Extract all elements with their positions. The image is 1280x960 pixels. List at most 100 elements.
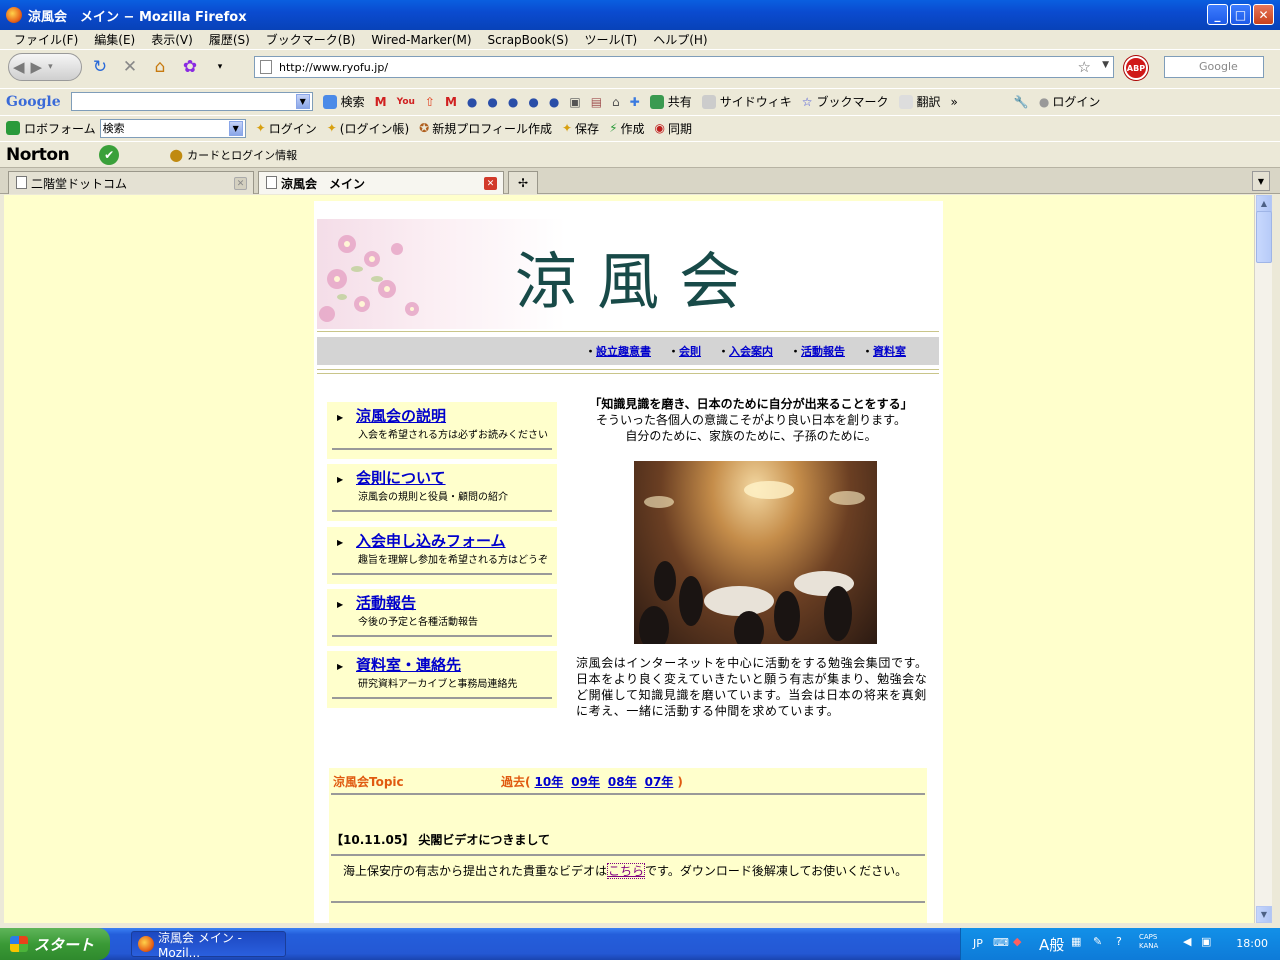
language-indicator[interactable]: JP	[973, 937, 983, 950]
menu-item-activity-reports[interactable]: ▶ 活動報告 今後の予定と各種活動報告	[327, 589, 557, 646]
search-input[interactable]: Google	[1164, 56, 1264, 78]
url-dropdown-icon[interactable]: ▼	[1102, 60, 1109, 70]
vertical-scrollbar[interactable]: ▲ ▼	[1254, 195, 1272, 923]
triangle-right-icon: ▶	[337, 475, 344, 484]
chevron-down-icon[interactable]: ▼	[228, 120, 243, 136]
menu-view[interactable]: 表示(V)	[143, 31, 201, 48]
nav-link-join[interactable]: 入会案内	[718, 343, 773, 359]
sync-button[interactable]: ◉ 同期	[655, 120, 693, 137]
help-icon[interactable]: ?	[1116, 935, 1122, 948]
nav-link-library[interactable]: 資料室	[862, 343, 906, 359]
menu-item-application-form[interactable]: ▶ 入会申し込みフォーム 趣旨を理解し参加を希望される方はどうぞ	[327, 527, 557, 584]
stop-icon[interactable]: ✕	[118, 55, 142, 79]
menu-file[interactable]: ファイル(F)	[6, 31, 86, 48]
nav-link-rules[interactable]: 会則	[668, 343, 701, 359]
window-title: 涼風会 メイン − Mozilla Firefox	[28, 9, 247, 25]
scroll-down-icon[interactable]: ▼	[1256, 906, 1272, 923]
roboform-search-value: 検索	[102, 122, 125, 135]
forward-icon[interactable]: ▶	[31, 58, 43, 76]
save-button[interactable]: ✦ 保存	[562, 120, 599, 137]
past-link-09[interactable]: 09年	[571, 775, 600, 789]
url-bar[interactable]: http://www.ryofu.jp/ ☆ ▼	[254, 56, 1114, 78]
tab-nikaido[interactable]: 二階堂ドットコム ✕	[8, 171, 254, 194]
ime-pad-icon[interactable]: ▦	[1071, 935, 1081, 948]
menu-scrapbook[interactable]: ScrapBook(S)	[480, 33, 577, 47]
toolbar-button-red-icon[interactable]: ⇧	[425, 95, 435, 109]
roboform-login-button[interactable]: ✦ ログイン	[256, 120, 317, 137]
notebook-icon[interactable]: ▤	[591, 95, 602, 109]
share-button[interactable]: 共有	[649, 93, 692, 110]
past-link-10[interactable]: 10年	[535, 775, 564, 789]
login-account-button[interactable]: ✦ (ログイン帳)	[327, 120, 409, 137]
plus-icon[interactable]: ✚	[630, 95, 640, 109]
scroll-up-icon[interactable]: ▲	[1256, 195, 1272, 212]
addon-icon[interactable]: ✿	[178, 55, 202, 79]
tab-close-icon[interactable]: ✕	[484, 177, 497, 190]
ime-tools-icon[interactable]: ✎	[1093, 935, 1102, 948]
google-search-combo[interactable]: ▼	[70, 92, 313, 111]
network-icon[interactable]: ▣	[1201, 935, 1211, 948]
site-banner: 涼風会	[317, 219, 939, 329]
youtube-icon[interactable]: You	[397, 97, 415, 107]
globe-icon-5[interactable]: ●	[549, 95, 559, 109]
new-tab-button[interactable]: ✢	[508, 171, 538, 194]
nav-link-reports[interactable]: 活動報告	[790, 343, 845, 359]
tab-close-icon[interactable]: ✕	[234, 177, 247, 190]
menu-item-rules[interactable]: ▶ 会則について 涼風会の規則と役員・顧問の紹介	[327, 464, 557, 521]
nav-link-prospectus[interactable]: 設立趣意書	[585, 343, 651, 359]
tool-icon[interactable]: ▣	[569, 95, 580, 109]
menu-wired-marker[interactable]: Wired-Marker(M)	[363, 33, 479, 47]
globe-icon-2[interactable]: ●	[487, 95, 497, 109]
maximize-button[interactable]: □	[1230, 4, 1251, 25]
bookmark-star-icon[interactable]: ☆	[1078, 58, 1091, 76]
past-link-07[interactable]: 07年	[645, 775, 674, 789]
bookmarks-button[interactable]: ☆ ブックマーク	[802, 93, 889, 110]
create-button[interactable]: ⚡ 作成	[609, 120, 644, 137]
taskbar-item-firefox[interactable]: 涼風会 メイン - Mozil...	[131, 931, 286, 960]
history-dropdown-icon[interactable]: ▾	[48, 62, 53, 72]
adblock-plus-icon[interactable]: ABP	[1124, 56, 1148, 80]
new-profile-button[interactable]: ✪ 新規プロフィール作成	[419, 120, 552, 137]
ime-tool-icon[interactable]: ◆	[1013, 935, 1021, 948]
sidewiki-button[interactable]: サイドウィキ	[701, 93, 792, 110]
google-search-button[interactable]: 検索	[322, 93, 365, 110]
roboform-search-combo[interactable]: 検索 ▼	[99, 118, 246, 138]
tab-list-button[interactable]: ▼	[1252, 171, 1270, 191]
download-link[interactable]: こちら	[607, 863, 646, 879]
tray-expand-icon[interactable]: ◀	[1183, 935, 1191, 948]
menu-bookmarks[interactable]: ブックマーク(B)	[258, 31, 364, 48]
home-icon[interactable]: ⌂	[148, 55, 172, 79]
wrench-icon[interactable]: 🔧	[1014, 95, 1029, 109]
addon-dropdown-icon[interactable]: ▾	[208, 55, 232, 79]
google-login-button[interactable]: ● ログイン	[1039, 93, 1101, 110]
globe-icon[interactable]: ●	[467, 95, 477, 109]
gmail-icon[interactable]: M	[375, 95, 387, 109]
chevron-down-icon[interactable]: ▼	[295, 94, 310, 109]
globe-icon-3[interactable]: ●	[508, 95, 518, 109]
roboform-button[interactable]: ロボフォーム	[6, 120, 96, 137]
globe-icon-4[interactable]: ●	[528, 95, 538, 109]
start-button[interactable]: スタート	[0, 928, 110, 960]
menu-edit[interactable]: 編集(E)	[86, 31, 143, 48]
more-button[interactable]: »	[951, 95, 958, 109]
menu-history[interactable]: 履歴(S)	[201, 31, 258, 48]
reload-icon[interactable]: ↻	[88, 55, 112, 79]
minimize-button[interactable]: _	[1207, 4, 1228, 25]
close-button[interactable]: ✕	[1253, 4, 1274, 25]
bank-icon[interactable]: ⌂	[612, 95, 620, 109]
gmail-icon-2[interactable]: M	[445, 95, 457, 109]
tab-ryofu-main[interactable]: 涼風会 メイン ✕	[258, 171, 504, 194]
norton-check-icon[interactable]: ✔	[99, 144, 120, 165]
menu-help[interactable]: ヘルプ(H)	[645, 31, 715, 48]
scroll-thumb[interactable]	[1256, 211, 1272, 263]
menu-item-about[interactable]: ▶ 涼風会の説明 入会を希望される方は必ずお読みください	[327, 402, 557, 459]
menu-item-library-contact[interactable]: ▶ 資料室・連絡先 研究資料アーカイブと事務局連絡先	[327, 651, 557, 708]
back-icon[interactable]: ◀	[13, 58, 25, 76]
menu-tools[interactable]: ツール(T)	[577, 31, 646, 48]
past-link-08[interactable]: 08年	[608, 775, 637, 789]
ime-mode[interactable]: A般	[1039, 934, 1064, 955]
norton-cards-button[interactable]: ● カードとログイン情報	[169, 145, 297, 164]
norton-logo[interactable]: Norton	[6, 145, 70, 165]
translate-button[interactable]: 翻訳	[898, 93, 941, 110]
keyboard-icon[interactable]: ⌨	[993, 936, 1009, 949]
